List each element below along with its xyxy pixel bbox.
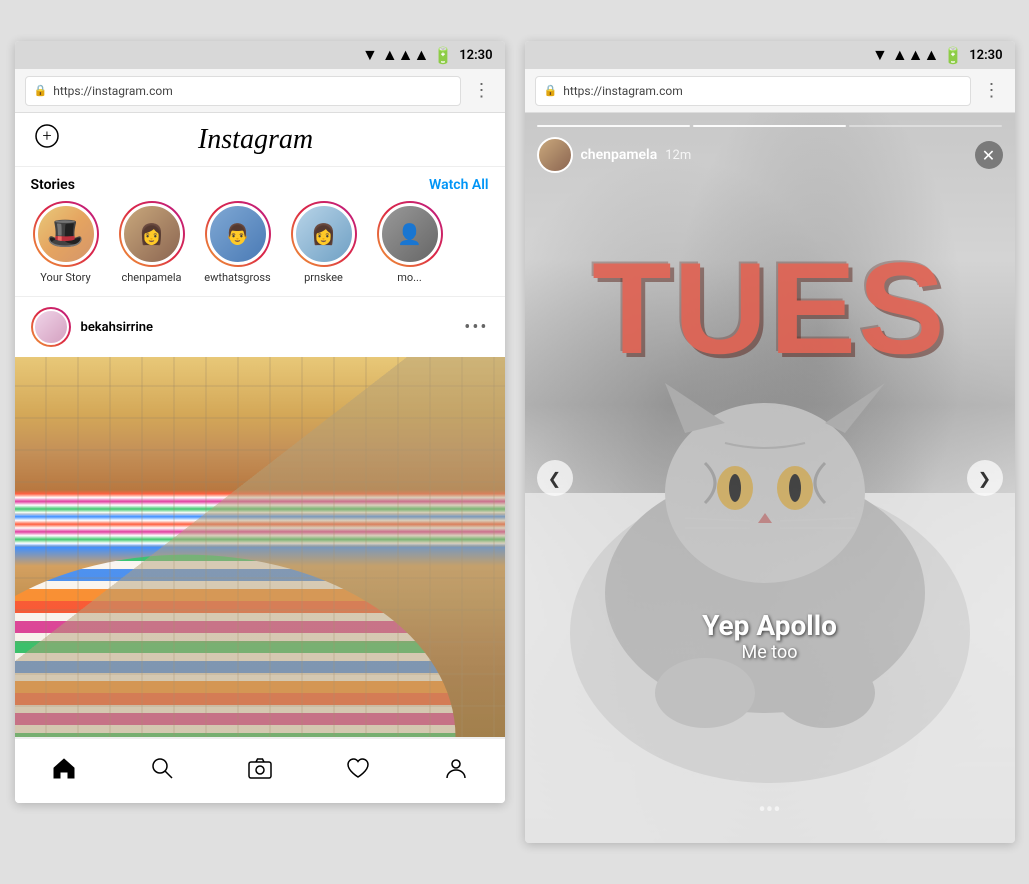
story-next-button[interactable]: ❯ [967,460,1003,496]
story-progress-bars [537,125,1003,127]
home-nav-button[interactable] [47,751,81,791]
status-icons-2: ▼ ▲▲▲ 🔋 [872,45,963,65]
stories-label: Stories [31,177,75,193]
prnskee-avatar-ring: 👩 [291,201,357,267]
heart-nav-button[interactable] [341,751,375,791]
chenpamela-avatar-ring: 👩 [119,201,185,267]
chevron-right-icon: ❯ [978,469,991,488]
address-bar-2: 🔒 https://instagram.com ⋮ [525,69,1015,113]
story-prev-button[interactable]: ❮ [537,460,573,496]
story-header: chenpamela 12m ✕ [525,113,1015,181]
story-item-more[interactable]: 👤 mo... [375,201,445,284]
your-story-label: Your Story [40,271,90,284]
browser-more-button-1[interactable]: ⋮ [469,80,495,101]
ground-pattern [15,357,505,737]
prnskee-face: 👩 [296,206,352,262]
address-bar-1: 🔒 https://instagram.com ⋮ [15,69,505,113]
signal-icon-2: ▲▲▲ [892,45,940,65]
profile-nav-button[interactable] [439,751,473,791]
more-avatar: 👤 [379,203,441,265]
post-more-button[interactable]: ••• [464,317,488,338]
ig-header: + Instagram [15,113,505,167]
battery-icon: 🔋 [433,46,453,65]
address-input-2[interactable]: 🔒 https://instagram.com [535,76,971,106]
wifi-icon-2: ▼ [872,45,888,65]
chevron-left-icon: ❮ [548,469,561,488]
ewthatsgross-avatar-ring: 👨 [205,201,271,267]
stories-header: Stories Watch All [15,177,505,201]
ewthatsgross-avatar: 👨 [207,203,269,265]
status-time-2: 12:30 [969,48,1002,63]
status-bar-1: ▼ ▲▲▲ 🔋 12:30 [15,41,505,69]
post-bekahsirrine: bekahsirrine ••• [15,297,505,738]
progress-bar-1 [537,125,690,127]
stories-scroll: 🎩 Your Story 👩 chenpamela [15,201,505,296]
story-item-chenpamela[interactable]: 👩 chenpamela [117,201,187,284]
ewthatsgross-label: ewthatsgross [204,271,270,284]
add-story-button[interactable]: + [31,123,63,156]
wifi-icon: ▼ [362,45,378,65]
progress-bar-3 [849,125,1002,127]
lock-icon: 🔒 [34,84,48,97]
story-close-button[interactable]: ✕ [975,141,1003,169]
story-more-options[interactable]: ••• [758,798,780,823]
battery-icon-2: 🔋 [943,46,963,65]
phone-2: ▼ ▲▲▲ 🔋 12:30 🔒 https://instagram.com ⋮ [525,41,1015,843]
url-text-1: https://instagram.com [53,84,173,98]
bottom-nav [15,738,505,803]
status-time-1: 12:30 [459,48,492,63]
stories-section: Stories Watch All 🎩 Your Story [15,167,505,297]
story-item-prnskee[interactable]: 👩 prnskee [289,201,359,284]
your-story-avatar: 🎩 [35,203,97,265]
story-caption: Yep Apollo Me too [525,609,1015,663]
story-user-row: chenpamela 12m ✕ [537,137,1003,173]
your-story-avatar-ring: 🎩 [33,201,99,267]
post-header: bekahsirrine ••• [15,297,505,357]
story-user-avatar [537,137,573,173]
browser-more-button-2[interactable]: ⋮ [979,80,1005,101]
url-text-2: https://instagram.com [563,84,683,98]
watch-all-button[interactable]: Watch All [429,177,489,193]
story-username: chenpamela [581,147,658,163]
post-username: bekahsirrine [81,320,455,335]
address-input-1[interactable]: 🔒 https://instagram.com [25,76,461,106]
story-time: 12m [665,148,691,163]
more-label: mo... [397,271,422,284]
caption-sub-text: Me too [525,642,1015,663]
more-face: 👤 [382,206,438,262]
post-image [15,357,505,737]
caption-main-text: Yep Apollo [525,609,1015,642]
post-avatar-ring [31,307,71,347]
story-view: TUES Yep Apollo Me too chenpamela 12m [525,113,1015,843]
progress-bar-2 [693,125,846,127]
prnskee-label: prnskee [304,271,343,284]
signal-icon: ▲▲▲ [382,45,430,65]
status-icons-1: ▼ ▲▲▲ 🔋 [362,45,453,65]
story-bottom: ••• [525,798,1015,823]
story-tues-text: TUES [525,233,1015,383]
svg-text:+: + [42,126,51,145]
chenpamela-avatar: 👩 [121,203,183,265]
cat-svg [525,113,1015,843]
phone-1: ▼ ▲▲▲ 🔋 12:30 🔒 https://instagram.com ⋮ … [15,41,505,803]
story-item-your-story[interactable]: 🎩 Your Story [31,201,101,284]
prnskee-avatar: 👩 [293,203,355,265]
camera-nav-button[interactable] [243,751,277,791]
lock-icon-2: 🔒 [544,84,558,97]
ewthatsgross-face: 👨 [210,206,266,262]
story-dots: ••• [758,798,780,823]
hat-emoji: 🎩 [47,219,84,249]
search-nav-button[interactable] [145,751,179,791]
chenpamela-label: chenpamela [121,271,181,284]
instagram-logo: Instagram [198,124,313,156]
story-item-ewthatsgross[interactable]: 👨 ewthatsgross [203,201,273,284]
instagram-app: + Instagram Stories Watch All [15,113,505,738]
post-avatar [33,309,69,345]
status-bar-2: ▼ ▲▲▲ 🔋 12:30 [525,41,1015,69]
more-avatar-ring: 👤 [377,201,443,267]
chenpamela-face: 👩 [124,206,180,262]
